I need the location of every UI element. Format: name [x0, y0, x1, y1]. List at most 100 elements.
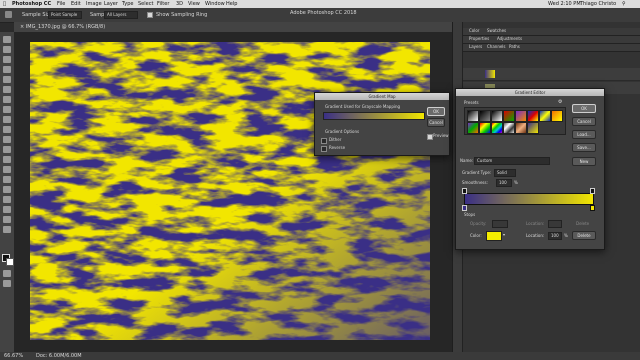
clone-stamp-icon[interactable] [3, 116, 11, 123]
reverse-checkbox[interactable] [321, 146, 327, 152]
dither-label: Dither [329, 137, 342, 142]
gradient-editor-dialog: Gradient Editor Presets ⚙ OK Cancel Load… [455, 88, 605, 250]
gradient-type-select[interactable]: Solid [494, 169, 516, 177]
quick-select-tool-icon[interactable] [3, 66, 11, 73]
screen-mode-icon[interactable] [3, 280, 11, 287]
preset-transparent-rainbow[interactable] [479, 122, 491, 134]
color-location-field[interactable]: 100 [548, 232, 562, 240]
gradient-map-bar[interactable] [323, 112, 425, 120]
preset-foreground-background[interactable] [467, 110, 479, 122]
stop-color-swatch[interactable] [486, 231, 502, 241]
tab-channels[interactable]: Channels [487, 45, 506, 49]
gradient-map-ok-button[interactable]: OK [427, 107, 445, 116]
menu-layer[interactable]: Layer [104, 1, 118, 7]
tab-paths[interactable]: Paths [509, 45, 520, 49]
gradient-tool-icon[interactable] [3, 146, 11, 153]
tab-properties[interactable]: Properties [469, 37, 489, 41]
preset-red-green[interactable] [503, 110, 515, 122]
preset-foreground-transparent[interactable] [479, 110, 491, 122]
gradient-editor-load-button[interactable]: Load... [572, 130, 596, 139]
menu-select[interactable]: Select [138, 1, 153, 7]
preset-violet-orange[interactable] [515, 110, 527, 122]
gradient-editor-ok-button[interactable]: OK [572, 104, 596, 113]
marquee-tool-icon[interactable] [3, 46, 11, 53]
tab-adjustments[interactable]: Adjustments [497, 37, 522, 41]
pen-tool-icon[interactable] [3, 176, 11, 183]
background-color-swatch[interactable] [6, 258, 14, 266]
preset-spectrum[interactable] [491, 122, 503, 134]
opacity-stop-left[interactable] [462, 188, 467, 194]
gradient-map-dialog: Gradient Map Gradient Used for Grayscale… [314, 92, 450, 156]
document-canvas[interactable] [30, 42, 430, 340]
hand-tool-icon[interactable] [3, 216, 11, 223]
eyedropper-tool-icon[interactable] [5, 11, 12, 18]
preset-black-white[interactable] [491, 110, 503, 122]
menu-window[interactable]: Window [205, 1, 225, 7]
menu-image[interactable]: Image [86, 1, 102, 7]
color-stop-right[interactable] [590, 205, 595, 211]
opacity-location-label: Location: [526, 221, 545, 226]
menu-view[interactable]: View [188, 1, 200, 7]
lasso-tool-icon[interactable] [3, 56, 11, 63]
menu-file[interactable]: File [57, 1, 65, 7]
layer-row-adjustment[interactable] [463, 68, 640, 81]
preset-chrome[interactable] [503, 122, 515, 134]
eyedropper-icon[interactable] [3, 86, 11, 93]
sampling-ring-checkbox[interactable] [147, 12, 153, 18]
menu-3d[interactable]: 3D [176, 1, 183, 7]
gradient-name-field[interactable]: Custom [474, 157, 550, 165]
color-stop-delete-button[interactable]: Delete [572, 231, 596, 240]
preset-blue-red-yellow[interactable] [527, 110, 539, 122]
gradient-map-cancel-button[interactable]: Cancel [427, 118, 445, 127]
tab-swatches[interactable]: Swatches [487, 29, 506, 33]
opacity-stop-right[interactable] [590, 188, 595, 194]
tab-layers[interactable]: Layers [469, 45, 482, 49]
quick-mask-icon[interactable] [3, 270, 11, 277]
menu-help[interactable]: Help [226, 1, 237, 7]
gradient-preview-bar[interactable] [464, 193, 594, 205]
apple-icon[interactable]:  [3, 1, 6, 7]
menu-search-icon[interactable]: ⚲ [622, 1, 626, 7]
stop-color-dropdown-icon[interactable]: ▾ [503, 233, 505, 237]
brush-tool-icon[interactable] [3, 106, 11, 113]
menu-type[interactable]: Type [122, 1, 133, 7]
user-name[interactable]: Thiago Christo [580, 1, 616, 7]
gradient-editor-new-button[interactable]: New [572, 157, 596, 166]
preset-orange-yellow[interactable] [551, 110, 563, 122]
eraser-tool-icon[interactable] [3, 136, 11, 143]
gradient-editor-save-button[interactable]: Save... [572, 143, 596, 152]
type-tool-icon[interactable] [3, 186, 11, 193]
sampling-ring-label: Show Sampling Ring [156, 12, 208, 18]
rectangle-tool-icon[interactable] [3, 206, 11, 213]
color-stop-left[interactable] [462, 205, 467, 211]
preset-blue-yellow-blue[interactable] [539, 110, 551, 122]
history-brush-icon[interactable] [3, 126, 11, 133]
crop-tool-icon[interactable] [3, 76, 11, 83]
name-label: Name: [460, 158, 474, 163]
tools-panel [0, 32, 15, 352]
sample-layers-select[interactable]: All Layers [104, 11, 138, 19]
preset-violet-green[interactable] [467, 122, 479, 134]
dither-checkbox[interactable] [321, 138, 327, 144]
move-tool-icon[interactable] [3, 36, 11, 43]
menu-edit[interactable]: Edit [71, 1, 81, 7]
presets-gear-icon[interactable]: ⚙ [558, 100, 562, 105]
sample-size-select[interactable]: Point Sample [48, 11, 82, 19]
document-tab[interactable]: × IMG_1370.jpg @ 66.7% (RGB/8) [20, 25, 105, 30]
blur-tool-icon[interactable] [3, 156, 11, 163]
gradient-editor-cancel-button[interactable]: Cancel [572, 117, 596, 126]
zoom-level[interactable]: 66.67% [4, 354, 23, 359]
healing-brush-icon[interactable] [3, 96, 11, 103]
path-select-icon[interactable] [3, 196, 11, 203]
tab-color[interactable]: Color [469, 29, 479, 33]
dodge-tool-icon[interactable] [3, 166, 11, 173]
menu-app-name[interactable]: Photoshop CC [12, 1, 51, 7]
smoothness-field[interactable]: 100 [496, 179, 512, 187]
properties-panel-tabs: Properties Adjustments [463, 36, 640, 44]
menu-filter[interactable]: Filter [157, 1, 169, 7]
options-bar: Sample Size: Point Sample Sample: All La… [0, 8, 640, 23]
preset-copper[interactable] [515, 122, 527, 134]
zoom-tool-icon[interactable] [3, 226, 11, 233]
preset-navy-yellow[interactable] [527, 122, 539, 134]
presets-label: Presets [464, 100, 479, 105]
